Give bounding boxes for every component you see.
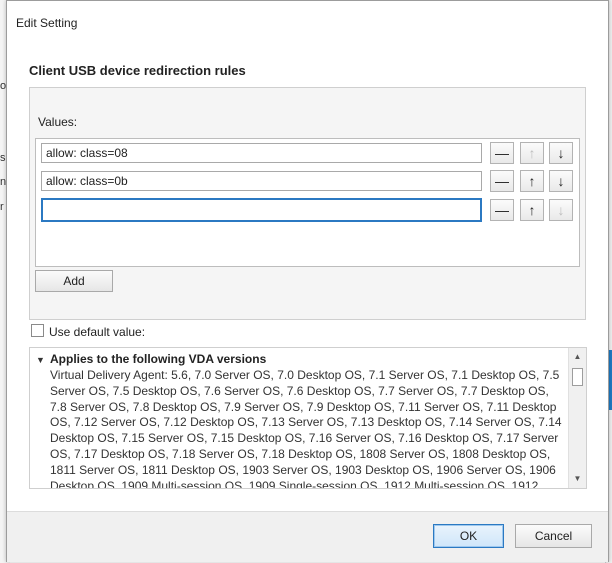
ok-button[interactable]: OK xyxy=(433,524,504,548)
move-down-button[interactable]: ↓ xyxy=(549,170,573,192)
setting-title: Client USB device redirection rules xyxy=(29,63,246,78)
collapse-triangle-icon[interactable]: ▼ xyxy=(36,355,45,365)
scroll-thumb[interactable] xyxy=(572,368,583,386)
remove-row-button[interactable]: — xyxy=(490,142,514,164)
arrow-down-icon: ↓ xyxy=(557,173,565,189)
arrow-down-icon: ↓ xyxy=(557,202,565,218)
minus-icon: — xyxy=(495,202,509,218)
arrow-up-icon: ↑ xyxy=(528,145,536,161)
value-input-2[interactable] xyxy=(41,171,482,191)
add-button[interactable]: Add xyxy=(35,270,113,292)
move-up-button[interactable]: ↑ xyxy=(520,170,544,192)
dialog-title: Edit Setting xyxy=(16,16,78,30)
applies-text: Virtual Delivery Agent: 5.6, 7.0 Server … xyxy=(50,368,562,488)
background-text-fragment: s xyxy=(0,152,6,164)
applies-title: Applies to the following VDA versions xyxy=(50,352,267,366)
value-input-3[interactable] xyxy=(41,198,482,222)
arrow-down-icon: ↓ xyxy=(557,145,565,161)
scroll-up-arrow-icon[interactable]: ▲ xyxy=(569,350,586,364)
value-input-1[interactable] xyxy=(41,143,482,163)
edit-setting-dialog: Edit Setting Client USB device redirecti… xyxy=(6,0,609,562)
remove-row-button[interactable]: — xyxy=(490,199,514,221)
arrow-up-icon: ↑ xyxy=(528,173,536,189)
dialog-titlebar[interactable]: Edit Setting xyxy=(7,1,608,41)
remove-row-button[interactable]: — xyxy=(490,170,514,192)
move-up-button[interactable]: ↑ xyxy=(520,199,544,221)
cancel-button[interactable]: Cancel xyxy=(515,524,592,548)
values-list: — ↑ ↓ — ↑ ↓ — ↑ ↓ xyxy=(35,138,580,267)
use-default-label: Use default value: xyxy=(49,325,146,339)
move-down-button[interactable]: ↓ xyxy=(549,199,573,221)
move-down-button[interactable]: ↓ xyxy=(549,142,573,164)
arrow-up-icon: ↑ xyxy=(528,202,536,218)
move-up-button[interactable]: ↑ xyxy=(520,142,544,164)
use-default-checkbox[interactable] xyxy=(31,324,44,337)
minus-icon: — xyxy=(495,145,509,161)
values-label: Values: xyxy=(38,115,78,129)
background-text-fragment: r xyxy=(0,201,4,213)
applies-to-panel: ▼ Applies to the following VDA versions … xyxy=(29,347,587,489)
dialog-footer: OK Cancel xyxy=(7,511,608,562)
values-panel: Values: — ↑ ↓ — ↑ ↓ — ↑ ↓ Add xyxy=(29,87,586,320)
applies-scrollbar[interactable]: ▲ ▼ xyxy=(568,348,586,488)
scroll-down-arrow-icon[interactable]: ▼ xyxy=(569,472,586,486)
minus-icon: — xyxy=(495,173,509,189)
